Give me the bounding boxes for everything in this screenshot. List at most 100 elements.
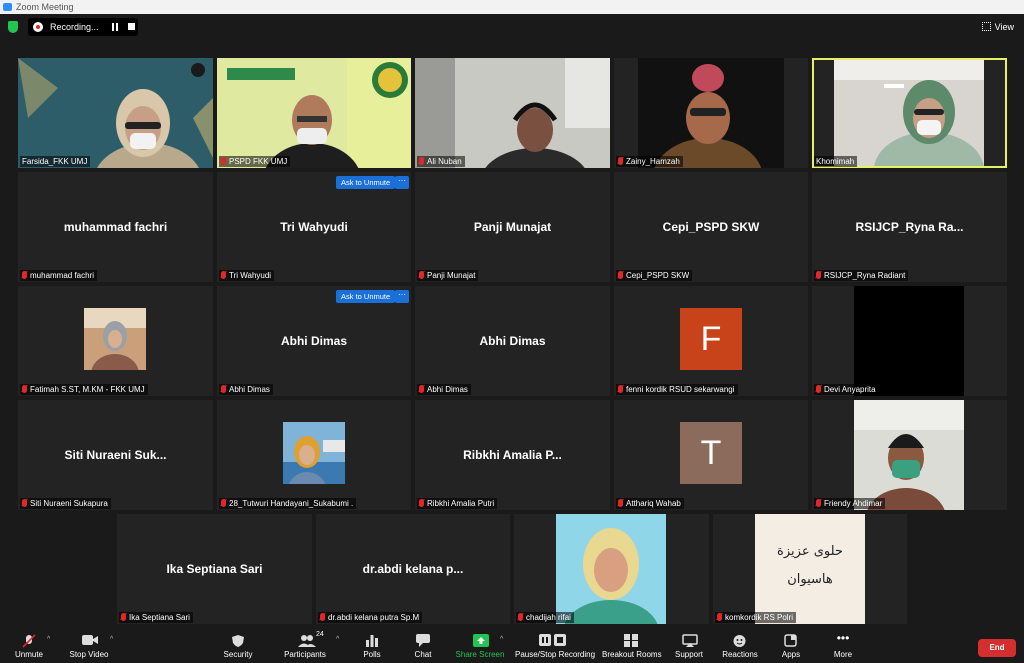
participants-options-chevron-icon[interactable]: ^ [336,636,339,643]
unmute-label: Unmute [14,650,43,659]
video-tile-atthariq[interactable]: T Atthariq Wahab [614,400,808,510]
muted-mic-icon [717,613,722,621]
video-tile-tri[interactable]: Ask to Unmute ··· Tri Wahyudi Tri Wahyud… [217,172,411,282]
zoom-logo-icon [3,3,12,11]
video-tile-tutwuri[interactable]: 28_Tutwuri Handayani_Sukabumi . [217,400,411,510]
muted-mic-icon [419,385,424,393]
window-title: Zoom Meeting [16,2,74,12]
video-tile-cepi[interactable]: Cepi_PSPD SKW Cepi_PSPD SKW [614,172,808,282]
tile-more-button[interactable]: ··· [395,290,409,303]
reactions-button[interactable]: Reactions [721,625,759,663]
more-label: More [833,650,853,659]
muted-mic-icon [221,499,226,507]
participants-button[interactable]: 24 Participants [283,625,327,663]
chat-button[interactable]: Chat [408,625,438,663]
video-tile-ika[interactable]: Ika Septiana Sari Ika Septiana Sari [117,514,312,624]
participant-display-name: Cepi_PSPD SKW [662,220,760,234]
muted-mic-icon [816,271,821,279]
arabic-text-line-2: هاسيوان [787,572,833,587]
video-tile-rsijcp[interactable]: RSIJCP_Ryna Ra... RSIJCP_Ryna Radiant [812,172,1007,282]
video-tile-friendy[interactable]: Friendy Ahdimar [812,400,1007,510]
muted-mic-icon [816,385,821,393]
reactions-label: Reactions [722,650,758,659]
apps-button[interactable]: Apps [776,625,806,663]
muted-mic-icon [320,613,325,621]
participant-profile-photo [84,308,146,370]
stop-recording-icon[interactable] [128,23,135,30]
participant-display-name: Abhi Dimas [479,334,546,348]
breakout-rooms-icon [624,634,638,647]
meeting-toolbar: Unmute ^ Stop Video ^ Security 24 Partic… [0,625,1024,663]
muted-mic-icon [419,499,424,507]
video-tile-abhi-1[interactable]: Ask to Unmute ··· Abhi Dimas Abhi Dimas [217,286,411,396]
participant-name-label: Ribkhi Amalia Putri [417,498,498,509]
muted-mic-icon [221,157,226,165]
participants-label: Participants [284,650,326,659]
pause-stop-recording-label: Pause/Stop Recording [515,650,596,659]
chat-bubble-icon [416,634,430,647]
share-screen-button[interactable]: Share Screen [455,625,505,663]
apps-icon [784,634,798,647]
video-tile-farsida[interactable]: Farsida_FKK UMJ [18,58,213,168]
participant-video [18,58,213,168]
muted-mic-icon [618,385,623,393]
participant-name-label: Ika Septiana Sari [119,612,193,623]
end-meeting-button[interactable]: End [978,639,1016,657]
unmute-button[interactable]: Unmute [8,625,50,663]
video-tile-fenni[interactable]: F fenni kordik RSUD sekarwangi [614,286,808,396]
participant-profile-photo [283,422,345,484]
support-label: Support [674,650,704,659]
muted-mic-icon [221,271,226,279]
video-tile-komkordik[interactable]: حلوى عزيزة هاسيوان komkordik RS Polri [713,514,907,624]
view-button[interactable]: View [981,20,1014,34]
polls-button[interactable]: Polls [356,625,388,663]
pause-recording-icon[interactable] [112,23,118,31]
chat-label: Chat [414,650,432,659]
tile-more-button[interactable]: ··· [395,176,409,189]
ask-to-unmute-button[interactable]: Ask to Unmute [336,290,396,303]
breakout-rooms-label: Breakout Rooms [602,650,662,659]
recording-icon [33,22,43,32]
video-tile-chadijah[interactable]: chadijah rifai [514,514,709,624]
video-tile-abhi-2[interactable]: Abhi Dimas Abhi Dimas [415,286,610,396]
recording-indicator: Recording... [28,18,138,36]
video-tile-fachri[interactable]: muhammad fachri muhammad fachri [18,172,213,282]
arabic-text-line-1: حلوى عزيزة [777,544,843,559]
video-tile-ali[interactable]: Ali Nuban [415,58,610,168]
breakout-rooms-button[interactable]: Breakout Rooms [602,625,662,663]
stop-video-label: Stop Video [69,650,109,659]
participant-display-name: dr.abdi kelana p... [362,562,464,576]
video-tile-siti[interactable]: Siti Nuraeni Suk... Siti Nuraeni Sukapur… [18,400,213,510]
share-options-chevron-icon[interactable]: ^ [500,636,503,643]
video-tile-panji[interactable]: Panji Munajat Panji Munajat [415,172,610,282]
participant-display-name: Panji Munajat [473,220,552,234]
audio-options-chevron-icon[interactable]: ^ [47,636,50,643]
participant-name-label: dr.abdi kelana putra Sp.M [318,612,423,623]
security-shield-icon[interactable] [8,21,18,33]
security-button[interactable]: Security [218,625,258,663]
video-tile-pspd[interactable]: PSPD FKK UMJ [217,58,411,168]
share-screen-icon [473,634,489,647]
video-options-chevron-icon[interactable]: ^ [110,636,113,643]
participant-display-name: Ika Septiana Sari [166,562,263,576]
window-titlebar: Zoom Meeting [0,0,1024,14]
support-button[interactable]: Support [672,625,706,663]
muted-mic-icon [22,385,27,393]
participant-profile-image: حلوى عزيزة هاسيوان [755,514,865,624]
stop-video-button[interactable]: Stop Video [66,625,112,663]
participant-initial-avatar: T [680,422,742,484]
participant-name-label: Farsida_FKK UMJ [20,156,91,167]
video-tile-devi[interactable]: Devi Anyaprita [812,286,1007,396]
muted-mic-icon [121,613,126,621]
participant-name-label: Abhi Dimas [417,384,471,395]
pause-stop-recording-button[interactable]: Pause/Stop Recording [515,625,596,663]
video-tile-fatimah[interactable]: Fatimah S.ST, M.KM - FKK UMJ [18,286,213,396]
more-dots-icon: ••• [836,631,850,645]
video-tile-khomimah[interactable]: Khomimah [812,58,1007,168]
video-tile-abdi[interactable]: dr.abdi kelana p... dr.abdi kelana putra… [316,514,510,624]
ask-to-unmute-button[interactable]: Ask to Unmute [336,176,396,189]
video-tile-zainy[interactable]: Zainy_Hamzah [614,58,808,168]
video-tile-ribkhi[interactable]: Ribkhi Amalia P... Ribkhi Amalia Putri [415,400,610,510]
muted-mic-icon [22,271,27,279]
more-button[interactable]: ••• More [828,625,858,663]
